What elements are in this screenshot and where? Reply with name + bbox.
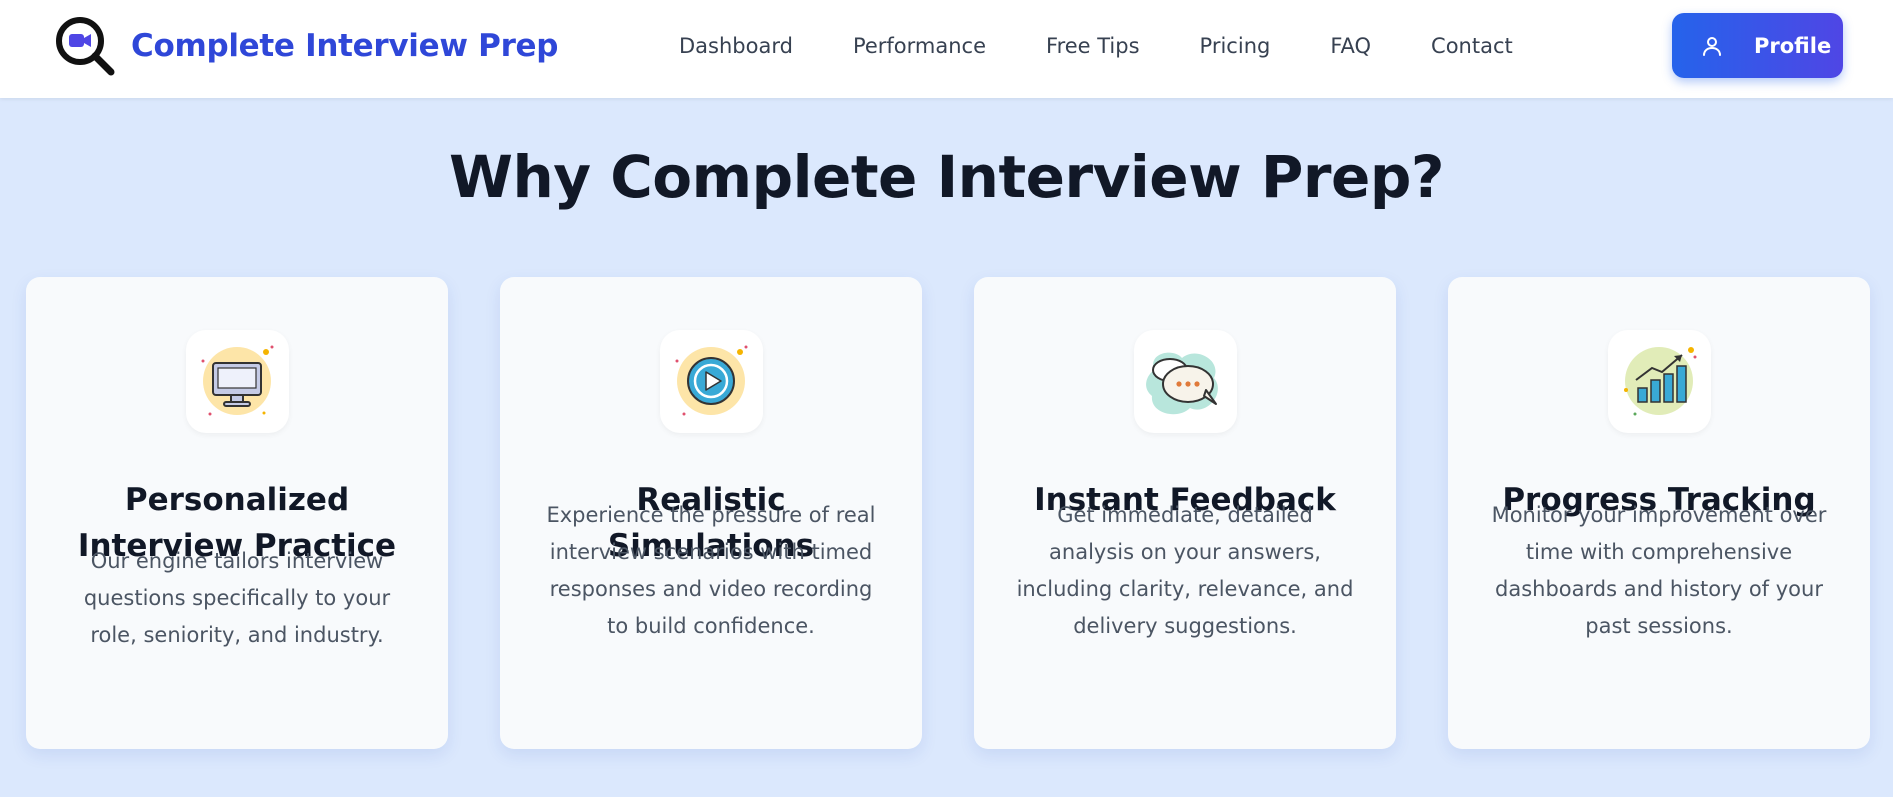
feature-description: Monitor your improvement over time with … bbox=[1491, 503, 1827, 638]
growth-chart-icon bbox=[1624, 347, 1697, 416]
nav-link-dashboard[interactable]: Dashboard bbox=[679, 34, 793, 58]
nav-link-faq[interactable]: FAQ bbox=[1330, 34, 1371, 58]
brand-name: Complete Interview Prep bbox=[131, 28, 559, 64]
user-icon bbox=[1703, 36, 1721, 56]
brand-logo-link[interactable]: Complete Interview Prep bbox=[53, 14, 558, 78]
section-title: Why Complete Interview Prep? bbox=[448, 143, 1445, 211]
feature-card-personalized-practice: Personalized Interview Practice Our engi… bbox=[26, 277, 448, 749]
feature-description: Our engine tailors interview questions s… bbox=[83, 549, 391, 647]
feature-icon-container bbox=[1608, 330, 1711, 433]
feature-icon-container bbox=[660, 330, 763, 433]
profile-button[interactable]: Profile bbox=[1672, 13, 1843, 78]
play-icon bbox=[675, 345, 748, 416]
top-navbar: Complete Interview Prep Dashboard Perfor… bbox=[0, 0, 1893, 98]
nav-link-pricing[interactable]: Pricing bbox=[1200, 34, 1271, 58]
nav-link-free-tips[interactable]: Free Tips bbox=[1046, 34, 1140, 58]
feature-description: Experience the pressure of real intervie… bbox=[546, 503, 876, 638]
feature-card-progress-tracking: Progress Tracking Monitor your improveme… bbox=[1448, 277, 1870, 749]
feature-icon-container bbox=[1134, 330, 1237, 433]
chat-bubbles-icon bbox=[1146, 352, 1218, 415]
nav-link-performance[interactable]: Performance bbox=[853, 34, 986, 58]
monitor-icon bbox=[201, 345, 274, 416]
feature-card-realistic-simulations: Realistic Simulations Experience the pre… bbox=[500, 277, 922, 749]
profile-button-label: Profile bbox=[1754, 33, 1832, 58]
magnifier-camera-icon bbox=[56, 17, 115, 76]
feature-description: Get immediate, detailed analysis on your… bbox=[1016, 503, 1354, 638]
main-nav: Dashboard Performance Free Tips Pricing … bbox=[679, 0, 1513, 92]
nav-link-contact[interactable]: Contact bbox=[1431, 34, 1513, 58]
feature-icon-container bbox=[186, 330, 289, 433]
feature-card-instant-feedback: Instant Feedback Get immediate, detailed… bbox=[974, 277, 1396, 749]
